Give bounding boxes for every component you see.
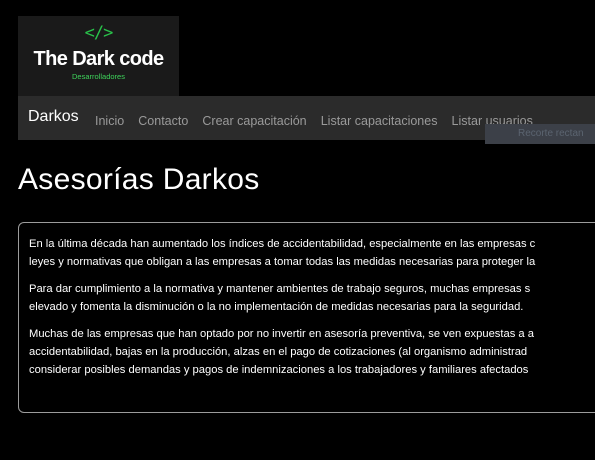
logo-subtitle: Desarrolladores [72, 72, 125, 81]
paragraph-line: Muchas de las empresas que han optado po… [29, 328, 534, 340]
content-card: En la última década han aumentado los ín… [18, 222, 595, 413]
paragraph-line: En la última década han aumentado los ín… [29, 238, 536, 250]
nav-link-crear-capacitacion[interactable]: Crear capacitación [202, 114, 306, 128]
code-brackets-icon: </> [84, 23, 114, 43]
paragraph-3: Muchas de las empresas que han optado po… [29, 325, 535, 379]
site-logo[interactable]: </> The Dark code Desarrolladores [18, 16, 179, 96]
card-body: En la última década han aumentado los ín… [29, 235, 535, 388]
paragraph-line: Para dar cumplimiento a la normativa y m… [29, 283, 531, 295]
nav-link-contacto[interactable]: Contacto [138, 114, 188, 128]
nav-links: Inicio Contacto Crear capacitación Lista… [95, 110, 542, 129]
paragraph-line: elevado y fomenta la disminución o la no… [29, 301, 524, 313]
logo-title: The Dark code [33, 48, 164, 70]
paragraph-1: En la última década han aumentado los ín… [29, 235, 535, 271]
paragraph-line: considerar posibles demandas y pagos de … [29, 364, 529, 376]
paragraph-line: accidentabilidad, bajas en la producción… [29, 346, 528, 358]
nav-link-listar-capacitaciones[interactable]: Listar capacitaciones [321, 114, 438, 128]
paragraph-line: leyes y normativas que obligan a las emp… [29, 256, 536, 268]
nav-link-inicio[interactable]: Inicio [95, 114, 124, 128]
page-title: Asesorías Darkos [18, 163, 260, 196]
navbar-brand[interactable]: Darkos [28, 108, 79, 126]
paragraph-2: Para dar cumplimiento a la normativa y m… [29, 280, 535, 316]
snipping-tool-tooltip: Recorte rectan [485, 124, 595, 144]
